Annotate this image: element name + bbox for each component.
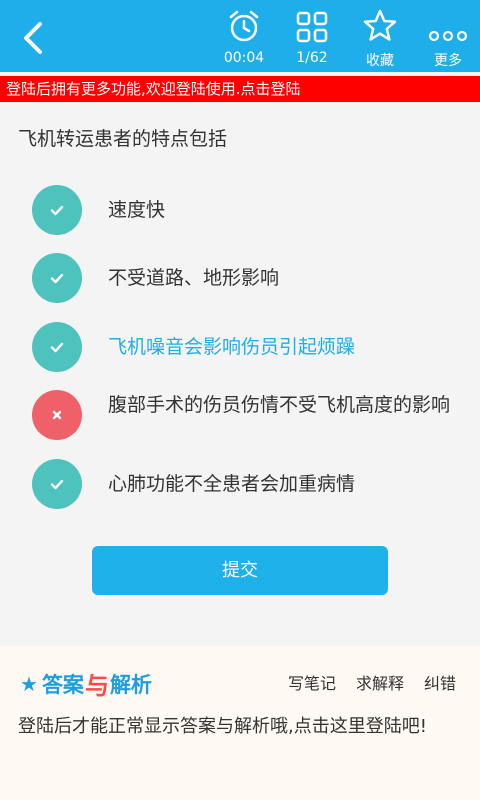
grid-icon <box>296 11 328 43</box>
check-icon <box>50 342 64 353</box>
favorite-button[interactable]: 收藏 <box>356 0 404 72</box>
option-status-circle <box>32 253 82 303</box>
login-hint[interactable]: 登陆后才能正常显示答案与解析哦,点击这里登陆吧! <box>18 712 458 742</box>
option-status-circle <box>32 459 82 509</box>
progress-button[interactable]: 1/62 <box>288 0 336 72</box>
check-icon <box>50 479 64 490</box>
write-note-button[interactable]: 写笔记 <box>288 670 336 694</box>
star-icon <box>363 9 397 41</box>
timer-label: 00:04 <box>223 50 265 66</box>
progress-label: 1/62 <box>296 50 328 66</box>
back-arrow-icon <box>24 22 42 54</box>
option-text: 不受道路、地形影响 <box>108 267 280 289</box>
option-item[interactable]: 飞机噪音会影响伤员引起烦躁 <box>32 322 462 372</box>
option-item[interactable]: 不受道路、地形影响 <box>32 253 462 303</box>
more-label: 更多 <box>434 53 462 69</box>
option-status-circle <box>32 322 82 372</box>
more-button[interactable]: 更多 <box>424 0 472 72</box>
option-item[interactable]: 速度快 <box>32 185 462 235</box>
more-dots-icon <box>428 30 468 42</box>
analysis-title-right: 解析 <box>109 672 152 697</box>
ask-explanation-button[interactable]: 求解释 <box>356 670 404 694</box>
analysis-title: ★ 答案 与 解析 <box>20 666 152 701</box>
analysis-title-left: 答案 <box>41 672 84 697</box>
option-item[interactable]: 腹部手术的伤员伤情不受飞机高度的影响 <box>32 390 462 440</box>
cross-icon <box>52 410 62 420</box>
top-toolbar: 00:04 1/62 收藏 更多 <box>0 0 480 72</box>
question-text: 飞机转运患者的特点包括 <box>18 128 228 150</box>
favorite-label: 收藏 <box>366 53 394 69</box>
option-text: 飞机噪音会影响伤员引起烦躁 <box>108 336 356 358</box>
analysis-actions: 写笔记 求解释 纠错 <box>288 670 456 694</box>
option-status-circle <box>32 390 82 440</box>
option-status-circle <box>32 185 82 235</box>
analysis-panel: ★ 答案 与 解析 写笔记 求解释 纠错 登陆后才能正常显示答案与解析哦,点击这… <box>0 646 480 800</box>
check-icon <box>50 205 64 216</box>
timer-button[interactable]: 00:04 <box>218 0 270 72</box>
star-icon: ★ <box>20 671 38 696</box>
report-error-button[interactable]: 纠错 <box>424 670 456 694</box>
option-item[interactable]: 心肺功能不全患者会加重病情 <box>32 459 462 509</box>
back-button[interactable] <box>14 18 54 58</box>
analysis-title-mid: 与 <box>84 672 109 700</box>
option-text: 心肺功能不全患者会加重病情 <box>108 473 356 495</box>
option-text: 速度快 <box>108 199 166 221</box>
check-icon <box>50 273 64 284</box>
alarm-clock-icon <box>229 10 259 42</box>
login-banner[interactable]: 登陆后拥有更多功能,欢迎登陆使用.点击登陆 <box>0 76 480 102</box>
submit-button[interactable]: 提交 <box>92 546 388 595</box>
option-text: 腹部手术的伤员伤情不受飞机高度的影响 <box>108 394 451 416</box>
